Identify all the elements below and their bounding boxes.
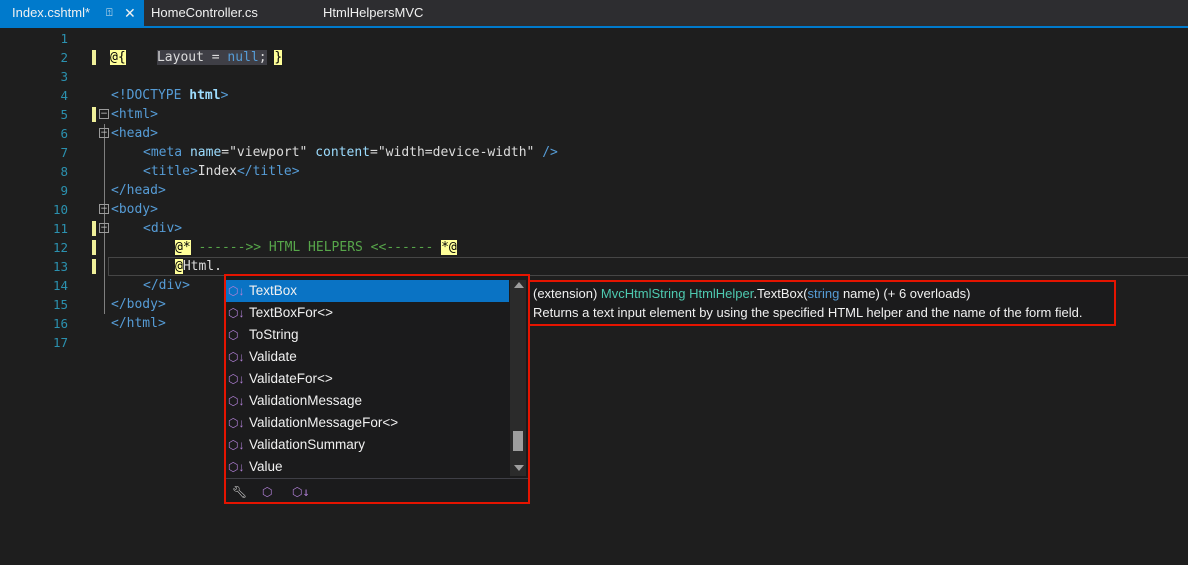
pin-icon[interactable]: ⍐ <box>106 0 113 26</box>
collapse-icon[interactable]: − <box>99 128 109 138</box>
line-number: 17 <box>52 335 68 350</box>
code-text: <body> <box>111 202 158 217</box>
completion-item[interactable]: ⬡↓ ValidateFor<> <box>226 368 509 390</box>
code-text: <!DOCTYPE html> <box>111 88 229 103</box>
tab-label: HtmlHelpersMVC <box>323 5 424 20</box>
change-marker <box>92 50 96 65</box>
extension-method-icon: ⬡↓ <box>228 460 245 474</box>
code-line: 4 <!DOCTYPE html> <box>0 86 1188 105</box>
line-number: 7 <box>60 145 68 160</box>
line-number: 8 <box>60 164 68 179</box>
line-number: 6 <box>60 126 68 141</box>
extension-method-icon: ⬡↓ <box>228 416 245 430</box>
code-line-current: 13 @Html. <box>0 257 1188 276</box>
collapse-icon[interactable]: − <box>99 109 109 119</box>
collapse-icon[interactable]: − <box>99 223 109 233</box>
completion-item[interactable]: ⬡↓ TextBoxFor<> <box>226 302 509 324</box>
line-number: 9 <box>60 183 68 198</box>
line-number: 5 <box>60 107 68 122</box>
tooltip-signature: (extension) MvcHtmlString HtmlHelper.Tex… <box>533 286 971 301</box>
code-line: 3 <box>0 67 1188 86</box>
extension-method-icon: ⬡↓ <box>228 438 245 452</box>
document-tab-bar: Index.cshtml* ⍐ ✕ HomeController.cs Html… <box>0 0 1188 26</box>
extension-method-icon: ⬡↓ <box>228 394 245 408</box>
line-number: 13 <box>52 259 68 274</box>
code-text: <meta name="viewport" content="width=dev… <box>143 145 558 160</box>
completion-item[interactable]: ⬡↓ ValidationMessage <box>226 390 509 412</box>
code-line: 1 <box>0 29 1188 48</box>
extension-method-icon: ⬡↓ <box>228 372 245 386</box>
code-line: 7 <meta name="viewport" content="width=d… <box>0 143 1188 162</box>
code-text: </html> <box>111 316 166 331</box>
line-number: 10 <box>52 202 68 217</box>
scroll-up-arrow-icon[interactable] <box>514 282 524 288</box>
line-number: 12 <box>52 240 68 255</box>
completion-item[interactable]: ⬡↓ ValidationMessageFor<> <box>226 412 509 434</box>
code-line: 10 − <body> <box>0 200 1188 219</box>
tooltip-description: Returns a text input element by using th… <box>533 305 1083 320</box>
tab-index-cshtml[interactable]: Index.cshtml* ⍐ ✕ <box>0 0 144 26</box>
code-text: <head> <box>111 126 158 141</box>
change-marker <box>92 221 96 236</box>
code-line: 9 </head> <box>0 181 1188 200</box>
line-number: 3 <box>60 69 68 84</box>
change-marker <box>92 107 96 122</box>
extension-method-icon: ⬡↓ <box>228 284 245 298</box>
line-number: 1 <box>60 31 68 46</box>
code-text: @* ------>> HTML HELPERS <<------ *@ <box>175 240 457 255</box>
code-text: <title>Index</title> <box>143 164 300 179</box>
code-line: 8 <title>Index</title> <box>0 162 1188 181</box>
line-number: 11 <box>52 221 68 236</box>
completion-filter-bar: 🔧︎ ⬡ ⬡↓ <box>226 478 528 505</box>
wrench-filter-icon[interactable]: 🔧︎ <box>232 485 247 499</box>
code-text: </body> <box>111 297 166 312</box>
completion-item[interactable]: ⬡ ToString <box>226 324 509 346</box>
tab-homecontroller[interactable]: HomeController.cs <box>151 0 258 26</box>
line-number: 16 <box>52 316 68 331</box>
code-line: 12 @* ------>> HTML HELPERS <<------ *@ <box>0 238 1188 257</box>
change-marker <box>92 240 96 255</box>
code-text: @{ Layout = null; } <box>110 50 283 65</box>
code-text: </head> <box>111 183 166 198</box>
completion-item[interactable]: ⬡↓ Validate <box>226 346 509 368</box>
method-filter-icon[interactable]: ⬡ <box>262 485 272 499</box>
code-line: 5 − <html> <box>0 105 1188 124</box>
line-number: 15 <box>52 297 68 312</box>
completion-item[interactable]: ⬡↓ TextBox <box>226 280 509 302</box>
scroll-down-arrow-icon[interactable] <box>514 465 524 471</box>
extension-method-icon: ⬡↓ <box>228 306 245 320</box>
line-number: 2 <box>60 50 68 65</box>
scrollbar-thumb[interactable] <box>513 431 523 451</box>
line-number: 4 <box>60 88 68 103</box>
tab-label: Index.cshtml* <box>12 5 91 20</box>
collapse-icon[interactable]: − <box>99 204 109 214</box>
completion-scrollbar[interactable] <box>510 280 526 476</box>
tab-label: HomeController.cs <box>151 5 258 20</box>
code-line: 11 − <div> <box>0 219 1188 238</box>
close-icon[interactable]: ✕ <box>124 0 136 26</box>
completion-item[interactable]: ⬡↓ ValidationSummary <box>226 434 509 456</box>
code-text: </div> <box>143 278 190 293</box>
completion-item[interactable]: ⬡↓ Value <box>226 456 509 478</box>
code-text: @Html. <box>175 259 222 274</box>
extension-method-icon: ⬡↓ <box>228 350 245 364</box>
quick-info-tooltip: (extension) MvcHtmlString HtmlHelper.Tex… <box>528 280 1116 326</box>
change-marker <box>92 259 96 274</box>
method-icon: ⬡ <box>228 328 239 342</box>
intellisense-completion-list[interactable]: ⬡↓ TextBox ⬡↓ TextBoxFor<> ⬡ ToString ⬡↓ Val… <box>224 274 530 504</box>
code-line: 6 − <head> <box>0 124 1188 143</box>
code-text: <div> <box>143 221 183 236</box>
extension-filter-icon[interactable]: ⬡↓ <box>292 485 310 499</box>
code-line: 2 @{ Layout = null; } <box>0 48 1188 67</box>
tab-htmlhelpersmvc[interactable]: HtmlHelpersMVC <box>323 0 423 26</box>
code-text: <html> <box>111 107 158 122</box>
line-number: 14 <box>52 278 68 293</box>
code-line: 17 <box>0 333 1188 352</box>
